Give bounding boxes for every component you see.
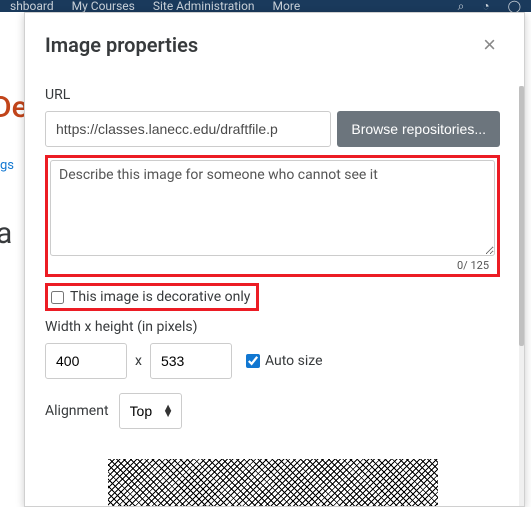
auto-size-checkbox[interactable] — [246, 354, 260, 368]
scrollbar-track[interactable] — [519, 86, 524, 506]
url-input[interactable] — [45, 111, 331, 147]
image-description-input[interactable] — [50, 160, 495, 256]
image-properties-dialog: Image properties × URL Browse repositori… — [24, 12, 525, 507]
alignment-select-wrap: Top ▲▼ — [119, 393, 182, 429]
user-icon[interactable]: ◯ — [508, 0, 521, 12]
dim-separator: x — [135, 353, 142, 369]
image-preview-wrap — [45, 459, 500, 507]
close-button[interactable]: × — [479, 34, 500, 56]
dialog-header: Image properties × — [45, 33, 500, 57]
char-counter: 0/ 125 — [50, 259, 495, 272]
browse-repositories-button[interactable]: Browse repositories... — [337, 111, 500, 147]
alignment-select[interactable]: Top — [119, 393, 182, 429]
dialog-title: Image properties — [45, 33, 198, 57]
width-input[interactable] — [45, 343, 127, 379]
auto-size-row[interactable]: Auto size — [246, 353, 323, 369]
size-label: Width x height (in pixels) — [45, 319, 500, 335]
height-input[interactable] — [150, 343, 232, 379]
alignment-label: Alignment — [45, 403, 109, 419]
nav-item[interactable]: More — [273, 0, 301, 12]
image-preview — [108, 459, 438, 507]
bell-icon[interactable]: ◔ — [482, 0, 489, 12]
url-label: URL — [45, 87, 500, 103]
top-navbar: shboard My Courses Site Administration M… — [0, 0, 531, 12]
alignment-row: Alignment Top ▲▼ — [45, 393, 500, 429]
dimensions-row: x Auto size — [45, 343, 500, 379]
nav-item[interactable]: shboard — [10, 0, 54, 12]
decorative-highlight[interactable]: This image is decorative only — [45, 283, 259, 311]
description-highlight: 0/ 125 — [45, 155, 500, 277]
scrollbar-thumb[interactable] — [519, 86, 524, 346]
content-fragment: a — [0, 216, 12, 251]
nav-item[interactable]: Site Administration — [153, 0, 255, 12]
url-row: Browse repositories... — [45, 111, 500, 147]
decorative-label: This image is decorative only — [70, 289, 250, 305]
auto-size-label: Auto size — [265, 353, 323, 369]
close-icon: × — [483, 32, 496, 57]
search-icon[interactable]: ⌕ — [458, 0, 465, 12]
nav-item[interactable]: My Courses — [72, 0, 135, 12]
side-link: gs — [0, 158, 14, 173]
decorative-checkbox[interactable] — [51, 291, 64, 304]
